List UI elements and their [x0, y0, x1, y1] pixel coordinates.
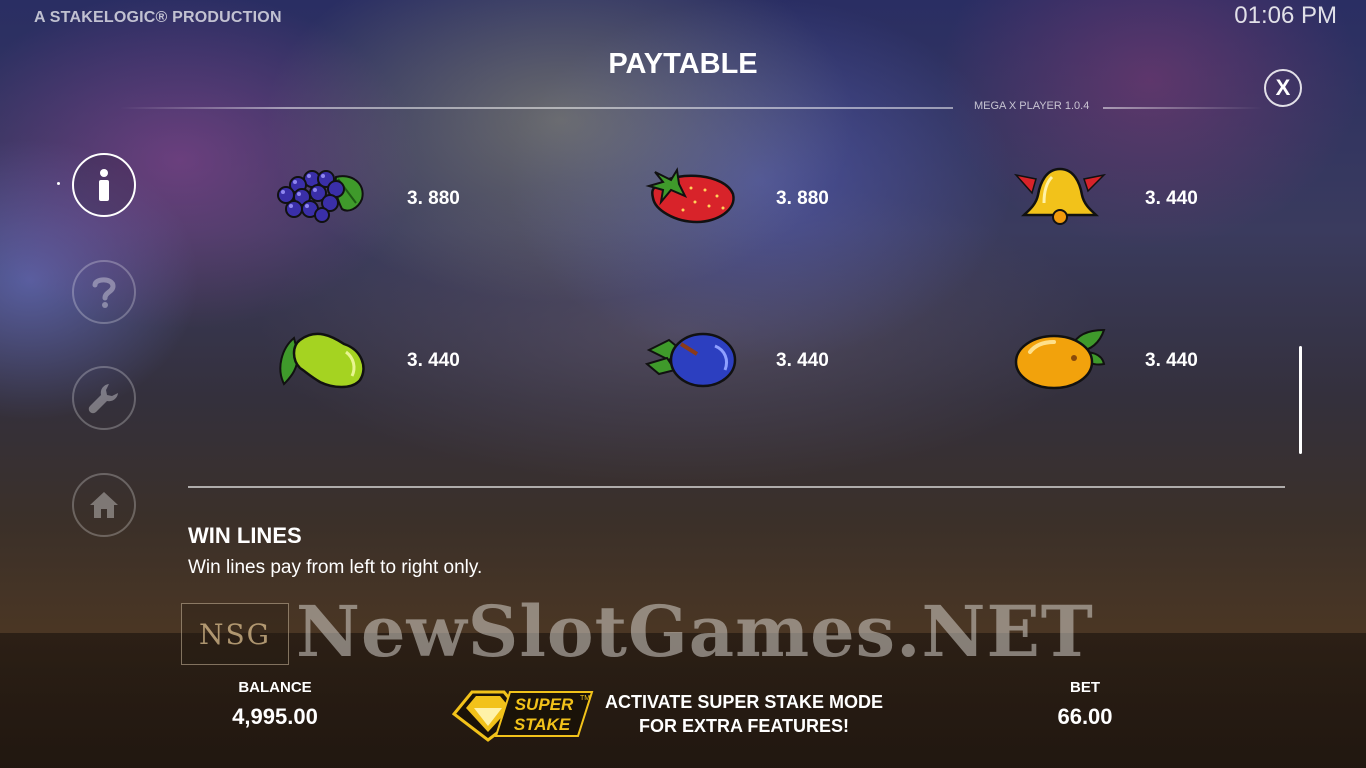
scrollbar[interactable] [1299, 346, 1302, 454]
super-stake-button[interactable]: SUPER STAKE TM [451, 686, 596, 742]
promo-line-1: ACTIVATE SUPER STAKE MODE [604, 692, 883, 712]
section-divider [188, 486, 1285, 488]
win-lines-description: Win lines pay from left to right only. [188, 557, 483, 578]
page-title: PAYTABLE [608, 48, 758, 80]
payout-value: 3. 880 [407, 188, 460, 209]
svg-text:STAKE: STAKE [514, 715, 571, 734]
balance-label: BALANCE [238, 679, 312, 696]
orange-icon [1014, 328, 1106, 390]
plum-icon [645, 332, 737, 388]
svg-text:SUPER: SUPER [515, 695, 574, 714]
payout-value: 3. 440 [1145, 350, 1198, 371]
grapes-icon [277, 170, 364, 223]
active-indicator-dot [57, 182, 60, 185]
question-icon [92, 277, 116, 308]
payout-value: 3. 440 [1145, 188, 1198, 209]
production-credit: A STAKELOGIC® PRODUCTION [34, 9, 282, 26]
home-icon [90, 492, 118, 518]
header-divider-left [120, 107, 953, 109]
bet-label: BET [1070, 679, 1100, 696]
payout-value: 3. 880 [776, 188, 829, 209]
strawberry-icon [645, 167, 735, 224]
bell-icon [1014, 167, 1106, 225]
super-stake-promo[interactable]: ACTIVATE SUPER STAKE MODE FOR EXTRA FEAT… [600, 690, 888, 738]
bet-value: 66.00 [1057, 704, 1113, 729]
version-label: MEGA X PLAYER 1.0.4 [974, 100, 1090, 112]
watermark-text: NewSlotGames.NET [296, 590, 1094, 673]
sidebar-item-settings[interactable] [72, 366, 136, 430]
info-icon [99, 169, 109, 201]
watermark-logo: NSG [181, 603, 289, 665]
header-divider-right [1103, 107, 1263, 109]
payout-value: 3. 440 [407, 350, 460, 371]
promo-line-2: FOR EXTRA FEATURES! [639, 716, 849, 736]
wrench-icon [88, 384, 118, 414]
sidebar-item-help[interactable] [72, 260, 136, 324]
sidebar-item-info[interactable] [72, 153, 136, 217]
clock: 01:06 PM [1234, 2, 1337, 29]
payout-value: 3. 440 [776, 350, 829, 371]
super-stake-logo: SUPER STAKE TM [451, 690, 594, 742]
close-button[interactable]: X [1264, 69, 1302, 107]
balance-value: 4,995.00 [232, 704, 318, 729]
pear-icon [279, 332, 365, 389]
svg-text:TM: TM [580, 695, 590, 702]
sidebar-item-home[interactable] [72, 473, 136, 537]
win-lines-heading: WIN LINES [188, 523, 302, 548]
